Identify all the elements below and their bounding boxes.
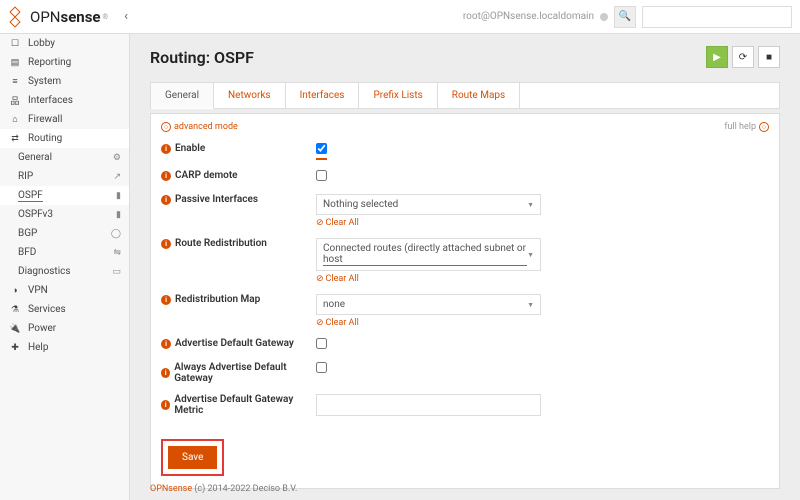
- always-advertise-default-gw-checkbox[interactable]: [316, 362, 327, 373]
- info-icon[interactable]: i: [161, 339, 171, 349]
- briefcase-icon: ▭: [112, 267, 121, 277]
- topbar: OPNsense® ‹ root@OPNsense.localdomain 🔍: [0, 0, 800, 34]
- lobby-icon: ☐: [8, 39, 22, 49]
- logo-sub: sense: [60, 8, 100, 26]
- close-icon: ⊘: [316, 218, 324, 228]
- advertise-default-gw-checkbox[interactable]: [316, 338, 327, 349]
- sidebar-item-services[interactable]: ⚗Services: [0, 300, 129, 319]
- full-help-toggle[interactable]: full help○: [724, 122, 769, 132]
- save-highlight: Save: [161, 439, 224, 476]
- sidebar-item-routing[interactable]: ⇄Routing: [0, 129, 129, 148]
- tab-prefix-lists[interactable]: Prefix Lists: [359, 83, 437, 108]
- enable-checkbox[interactable]: [316, 143, 327, 154]
- service-start-button[interactable]: ▶: [706, 46, 728, 68]
- exchange-icon: ⇋: [113, 248, 121, 258]
- footer: OPNsense (c) 2014-2022 Deciso B.V.: [150, 484, 297, 494]
- status-dot: [600, 13, 608, 21]
- globe-icon: ◯: [111, 229, 121, 239]
- sidebar-item-power[interactable]: 🔌Power: [0, 319, 129, 338]
- close-icon: ⊘: [316, 274, 324, 284]
- passive-interfaces-select[interactable]: Nothing selected▼: [316, 194, 541, 215]
- info-icon[interactable]: i: [161, 195, 171, 205]
- reporting-icon: ▤: [8, 58, 22, 68]
- sidebar-sub-bfd[interactable]: BFD⇋: [0, 243, 129, 262]
- power-icon: 🔌: [8, 324, 22, 334]
- sidebar-item-interfaces[interactable]: 品Interfaces: [0, 91, 129, 110]
- sidebar-item-lobby[interactable]: ☐Lobby: [0, 34, 129, 53]
- chevron-down-icon: ▼: [527, 301, 534, 309]
- clear-all-redist-map[interactable]: ⊘Clear All: [316, 318, 546, 328]
- sidebar-item-vpn[interactable]: ◑VPN: [0, 281, 129, 300]
- info-icon[interactable]: i: [161, 400, 170, 410]
- info-icon[interactable]: i: [161, 295, 171, 305]
- info-icon[interactable]: i: [161, 239, 171, 249]
- clear-all-route-redist[interactable]: ⊘Clear All: [316, 274, 546, 284]
- sidebar-collapse-button[interactable]: ‹: [116, 7, 136, 27]
- service-stop-button[interactable]: ■: [758, 46, 780, 68]
- sidebar-item-firewall[interactable]: ⌂Firewall: [0, 110, 129, 129]
- services-icon: ⚗: [8, 305, 22, 315]
- form-panel: ○advanced mode full help○ iEnable iCARP …: [150, 113, 780, 489]
- sidebar-sub-diagnostics[interactable]: Diagnostics▭: [0, 262, 129, 281]
- clear-all-passive[interactable]: ⊘Clear All: [316, 218, 546, 228]
- sidebar-sub-ospf[interactable]: OSPF▮: [0, 186, 129, 205]
- search-button[interactable]: 🔍: [614, 6, 636, 28]
- close-icon: ⊘: [316, 318, 324, 328]
- flag-icon: ▮: [116, 191, 121, 201]
- chevron-down-icon: ▼: [527, 201, 534, 209]
- main-content: Routing: OSPF ▶ ⟳ ■ General Networks Int…: [130, 34, 800, 500]
- footer-brand[interactable]: OPNsense: [150, 484, 192, 494]
- tab-networks[interactable]: Networks: [214, 83, 286, 108]
- logo[interactable]: OPNsense®: [8, 8, 108, 26]
- carp-demote-checkbox[interactable]: [316, 170, 327, 181]
- logo-reg: ®: [103, 13, 109, 21]
- sidebar-item-help[interactable]: ✚Help: [0, 338, 129, 357]
- search-input[interactable]: [642, 6, 792, 28]
- routing-icon: ⇄: [8, 134, 22, 144]
- sidebar-sub-ospfv3[interactable]: OSPFv3▮: [0, 205, 129, 224]
- tab-general[interactable]: General: [151, 83, 214, 109]
- system-icon: ≡: [8, 76, 22, 87]
- logo-main: OPN: [30, 8, 60, 26]
- info-icon[interactable]: i: [161, 368, 170, 378]
- sidebar-item-system[interactable]: ≡System: [0, 72, 129, 91]
- toggle-icon: ○: [161, 122, 171, 132]
- tab-route-maps[interactable]: Route Maps: [438, 83, 520, 108]
- gear-icon: ⚙: [113, 153, 121, 163]
- sidebar-sub-general[interactable]: General⚙: [0, 148, 129, 167]
- service-restart-button[interactable]: ⟳: [732, 46, 754, 68]
- flag-icon: ▮: [116, 210, 121, 220]
- advertise-default-gw-metric-input[interactable]: [316, 394, 541, 416]
- route-redistribution-select[interactable]: Connected routes (directly attached subn…: [316, 238, 541, 271]
- info-icon[interactable]: i: [161, 144, 171, 154]
- toggle-icon: ○: [759, 122, 769, 132]
- info-icon[interactable]: i: [161, 171, 171, 181]
- firewall-icon: ⌂: [8, 114, 22, 125]
- page-title: Routing: OSPF: [150, 48, 254, 67]
- sidebar: ☐Lobby ▤Reporting ≡System 品Interfaces ⌂F…: [0, 34, 130, 500]
- advanced-mode-toggle[interactable]: ○advanced mode: [161, 122, 238, 132]
- arrow-icon: ↗: [113, 172, 121, 182]
- redistribution-map-select[interactable]: none▼: [316, 294, 541, 315]
- interfaces-icon: 品: [8, 94, 22, 107]
- sidebar-item-reporting[interactable]: ▤Reporting: [0, 53, 129, 72]
- vpn-icon: ◑: [8, 285, 22, 296]
- save-button[interactable]: Save: [168, 446, 217, 469]
- sidebar-sub-bgp[interactable]: BGP◯: [0, 224, 129, 243]
- user-domain[interactable]: root@OPNsense.localdomain: [463, 11, 594, 22]
- sidebar-sub-rip[interactable]: RIP↗: [0, 167, 129, 186]
- help-icon: ✚: [8, 343, 22, 353]
- chevron-down-icon: ▼: [527, 251, 534, 259]
- tabs: General Networks Interfaces Prefix Lists…: [150, 82, 780, 109]
- tab-interfaces[interactable]: Interfaces: [286, 83, 360, 108]
- logo-icon: [8, 8, 26, 26]
